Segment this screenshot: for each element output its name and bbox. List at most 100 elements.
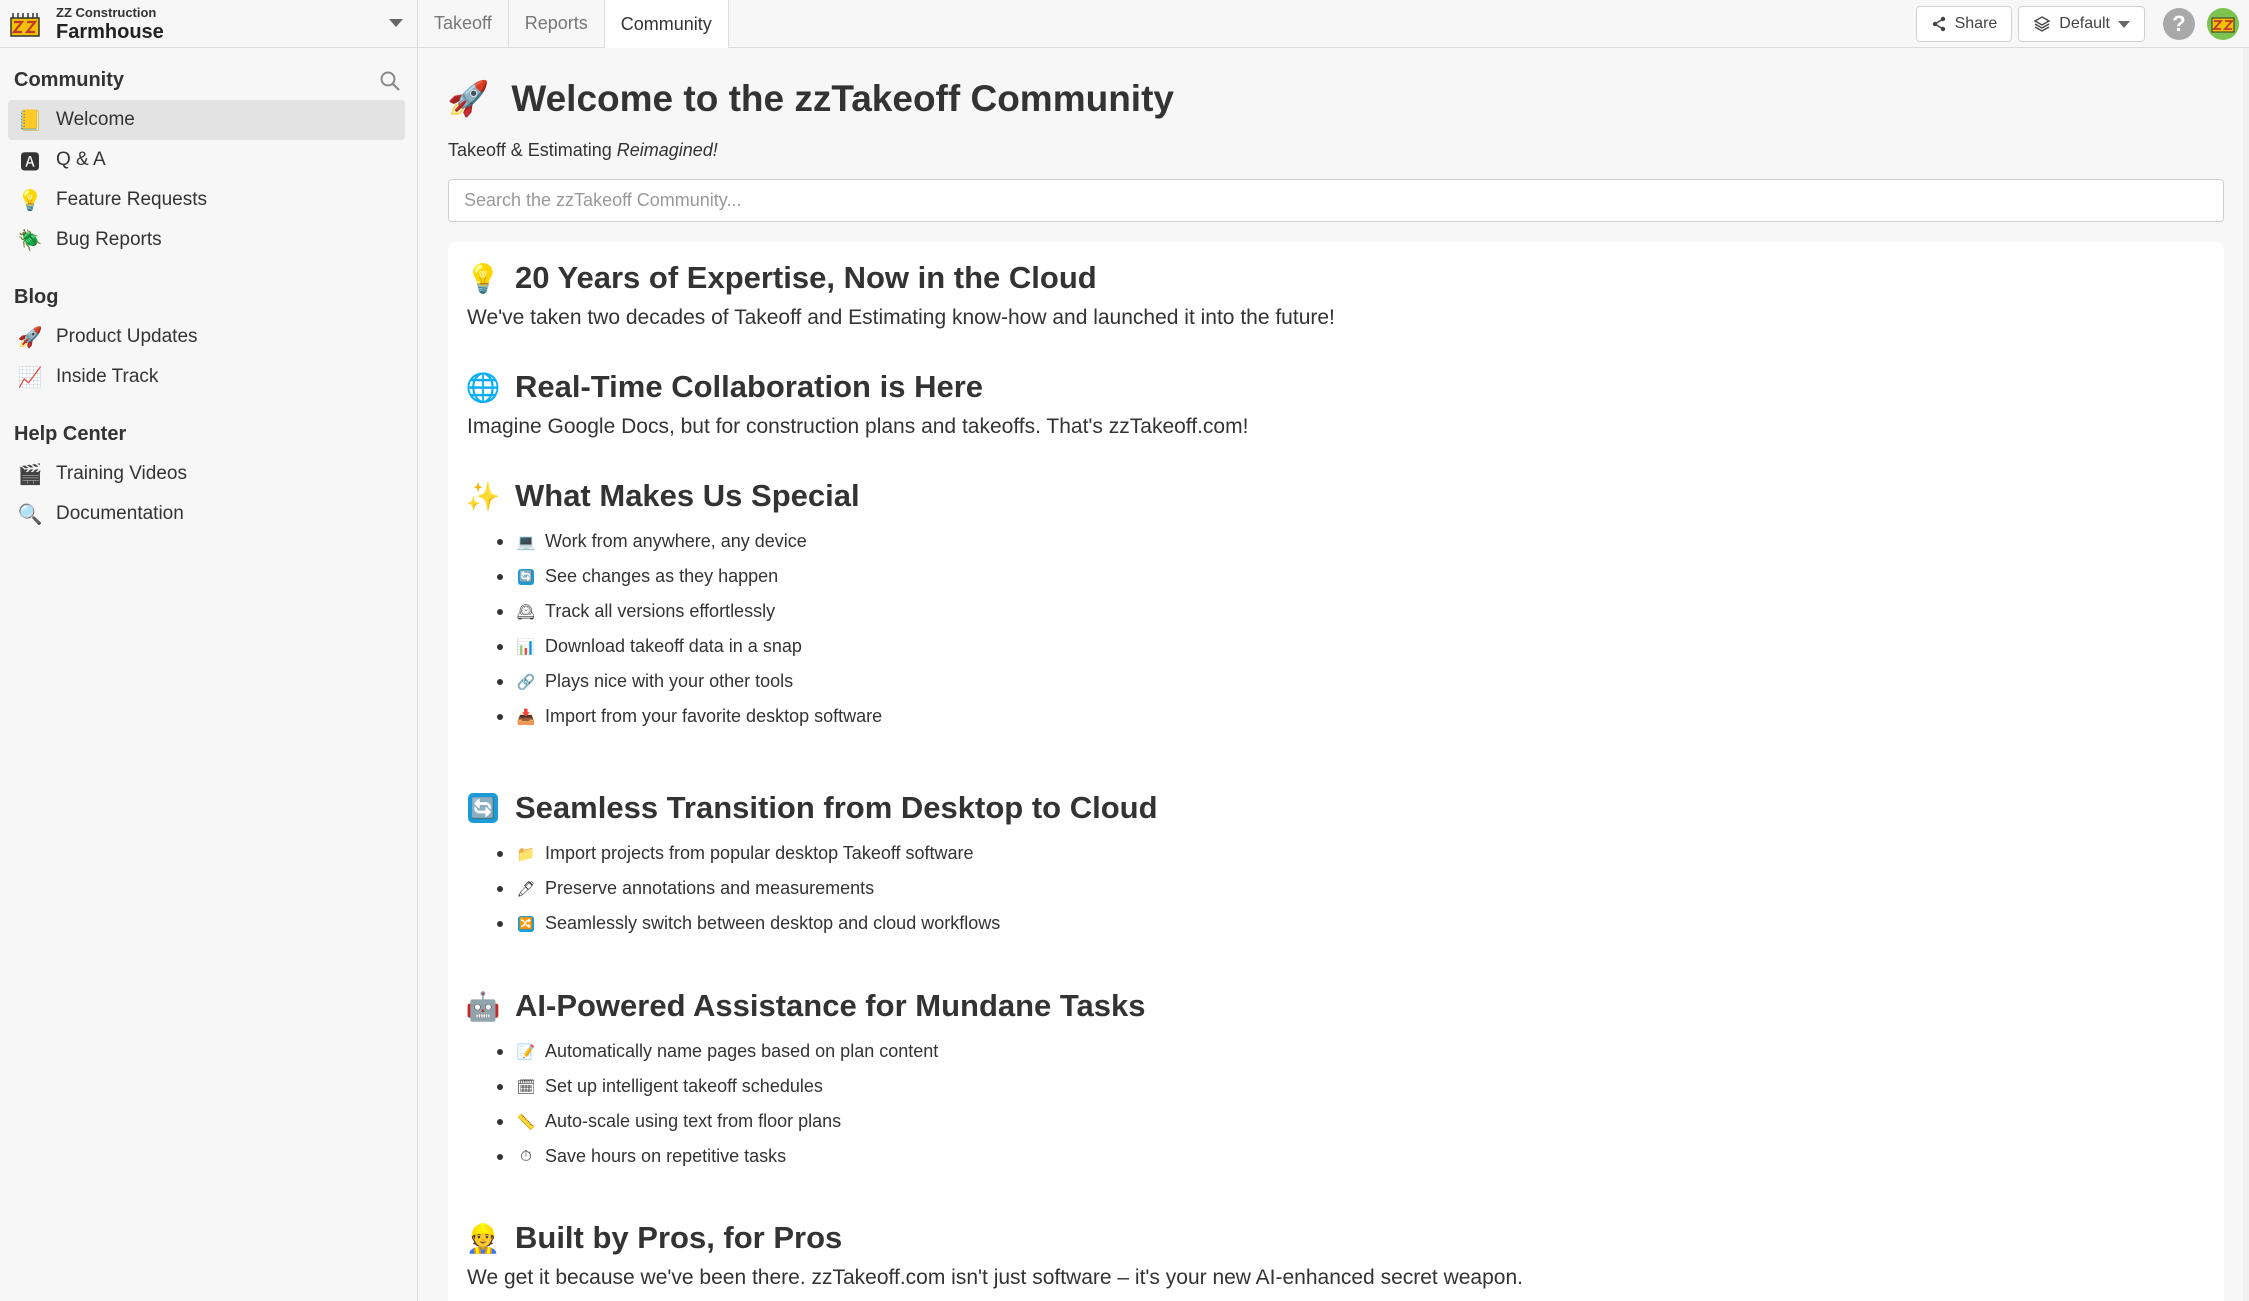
- share-label: Share: [1954, 15, 1998, 32]
- feature-list: 📁 Import projects from popular desktop Ta…: [497, 836, 1158, 941]
- magnifier-icon: 🔍: [17, 503, 43, 526]
- section-heading: 💡 20 Years of Expertise, Now in the Clou…: [465, 258, 1335, 298]
- project-name: Farmhouse: [56, 21, 164, 43]
- stopwatch-icon: ⏱: [520, 1148, 532, 1165]
- sidebar-section-community: Community: [8, 60, 405, 100]
- list-item-text: Save hours on repetitive tasks: [545, 1146, 787, 1166]
- chart-up-icon: 📈: [17, 366, 43, 389]
- project-switcher[interactable]: ZZ Construction Farmhouse: [0, 0, 418, 48]
- layout-dropdown[interactable]: Default: [2018, 6, 2145, 42]
- sidebar-item-label: Bug Reports: [56, 229, 162, 250]
- sidebar-item-feature-requests[interactable]: 💡 Feature Requests: [8, 180, 405, 220]
- tab-takeoff[interactable]: Takeoff: [418, 0, 509, 47]
- list-item-text: Import projects from popular desktop Tak…: [545, 843, 974, 863]
- construction-worker-icon: 👷: [465, 1222, 501, 1254]
- section-pros: 👷 Built by Pros, for Pros We get it beca…: [465, 1218, 1523, 1290]
- bug-icon: 🪲: [17, 229, 43, 252]
- shuffle-icon: 🔀: [517, 915, 535, 932]
- chevron-down-icon[interactable]: [389, 19, 403, 27]
- section-heading-text: Built by Pros, for Pros: [515, 1220, 843, 1255]
- main-content: 🚀 Welcome to the zzTakeoff Community Tak…: [419, 48, 2249, 1301]
- list-item-text: Track all versions effortlessly: [545, 601, 776, 621]
- sidebar-item-inside-track[interactable]: 📈 Inside Track: [8, 357, 405, 397]
- section-title: Blog: [14, 285, 59, 308]
- tab-reports[interactable]: Reports: [509, 0, 605, 47]
- rocket-icon: 🚀: [447, 80, 490, 118]
- list-item: 📏 Auto-scale using text from floor plans: [497, 1104, 1146, 1139]
- share-button[interactable]: Share: [1915, 6, 2013, 42]
- sidebar-item-label: Documentation: [56, 503, 184, 524]
- list-item: 📥 Import from your favorite desktop softw…: [497, 699, 882, 734]
- section-transition: 🔄 Seamless Transition from Desktop to Cl…: [467, 788, 1158, 941]
- sidebar-item-label: Welcome: [56, 109, 135, 130]
- tagline: Takeoff & Estimating Reimagined!: [448, 140, 718, 161]
- search-icon[interactable]: [379, 70, 401, 98]
- sync-icon: 🔄: [517, 568, 535, 585]
- sidebar-item-product-updates[interactable]: 🚀 Product Updates: [8, 317, 405, 357]
- sidebar-item-label: Q & A: [56, 149, 106, 170]
- help-icon[interactable]: ?: [2163, 8, 2195, 40]
- list-item: 🕰 Track all versions effortlessly: [497, 594, 882, 629]
- sidebar-item-training-videos[interactable]: 🎬 Training Videos: [8, 454, 405, 494]
- clock-icon: 🕰: [516, 603, 536, 621]
- ruler-icon: 📏: [516, 1113, 536, 1131]
- company-name: ZZ Construction: [56, 5, 157, 20]
- tagline-prefix: Takeoff & Estimating: [448, 140, 617, 160]
- sidebar-item-label: Feature Requests: [56, 189, 208, 210]
- section-title: Community: [14, 68, 124, 91]
- list-item: 🔗 Plays nice with your other tools: [497, 664, 882, 699]
- list-item-text: Auto-scale using text from floor plans: [545, 1111, 842, 1131]
- section-heading: ✨ What Makes Us Special: [465, 476, 882, 516]
- section-heading-text: AI-Powered Assistance for Mundane Tasks: [515, 988, 1146, 1023]
- scrollbar[interactable]: [2243, 48, 2249, 1301]
- list-item-text: Automatically name pages based on plan c…: [545, 1041, 939, 1061]
- list-item: 🖊 Preserve annotations and measurements: [497, 871, 1158, 906]
- clapperboard-icon: 🎬: [17, 463, 43, 486]
- sidebar-item-bug-reports[interactable]: 🪲 Bug Reports: [8, 220, 405, 260]
- lightbulb-icon: 💡: [465, 262, 501, 294]
- section-heading-text: What Makes Us Special: [515, 478, 860, 513]
- sidebar: Community 📒 Welcome 🅰 Q & A 💡 Feature Re…: [0, 48, 418, 1301]
- sidebar-item-label: Product Updates: [56, 326, 198, 347]
- tab-community[interactable]: Community: [604, 0, 729, 48]
- list-item: 💻 Work from anywhere, any device: [497, 524, 882, 559]
- section-text: We get it because we've been there. zzTa…: [467, 1266, 1523, 1289]
- section-title: Help Center: [14, 422, 127, 445]
- bar-chart-icon: 📊: [516, 638, 536, 656]
- feature-list: 📝 Automatically name pages based on plan …: [497, 1034, 1146, 1174]
- section-heading-text: 20 Years of Expertise, Now in the Cloud: [515, 260, 1097, 295]
- chevron-down-icon: [2118, 20, 2130, 28]
- robot-icon: 🤖: [465, 990, 501, 1022]
- main-tabs: Takeoff Reports Community: [418, 0, 729, 48]
- community-search-input[interactable]: [448, 179, 2224, 222]
- section-collaboration: 🌐 Real-Time Collaboration is Here Imagin…: [466, 367, 1249, 439]
- list-item-text: Download takeoff data in a snap: [545, 636, 802, 656]
- share-icon: [1932, 16, 1945, 32]
- notebook-icon: 📒: [17, 109, 43, 132]
- sidebar-item-label: Training Videos: [56, 463, 187, 484]
- list-item-text: See changes as they happen: [545, 566, 779, 586]
- list-item: 📁 Import projects from popular desktop Ta…: [497, 836, 1158, 871]
- zz-logo-icon: [10, 9, 40, 39]
- list-item: 📝 Automatically name pages based on plan …: [497, 1034, 1146, 1069]
- section-ai: 🤖 AI-Powered Assistance for Mundane Task…: [465, 986, 1146, 1174]
- pen-icon: 🖊: [516, 880, 536, 898]
- sidebar-item-qa[interactable]: 🅰 Q & A: [8, 140, 405, 180]
- section-heading: 🔄 Seamless Transition from Desktop to Cl…: [467, 788, 1158, 828]
- section-text: Imagine Google Docs, but for constructio…: [467, 415, 1249, 438]
- laptop-icon: 💻: [516, 533, 536, 551]
- sidebar-item-label: Inside Track: [56, 366, 159, 387]
- avatar[interactable]: [2207, 8, 2239, 40]
- top-bar: ZZ Construction Farmhouse Takeoff Report…: [0, 0, 2249, 48]
- list-item-text: Import from your favorite desktop softwa…: [545, 706, 883, 726]
- layers-icon: [2033, 16, 2051, 32]
- sidebar-section-blog: Blog: [8, 277, 405, 317]
- sidebar-item-documentation[interactable]: 🔍 Documentation: [8, 494, 405, 534]
- list-item-text: Work from anywhere, any device: [545, 531, 807, 551]
- section-special: ✨ What Makes Us Special 💻 Work from anywh…: [465, 476, 883, 734]
- sparkles-icon: ✨: [465, 480, 501, 512]
- sidebar-item-welcome[interactable]: 📒 Welcome: [8, 100, 405, 140]
- qa-icon: 🅰: [20, 151, 40, 174]
- feature-list: 💻 Work from anywhere, any device 🔄 See cha…: [497, 524, 882, 734]
- section-text: We've taken two decades of Takeoff and E…: [467, 306, 1335, 329]
